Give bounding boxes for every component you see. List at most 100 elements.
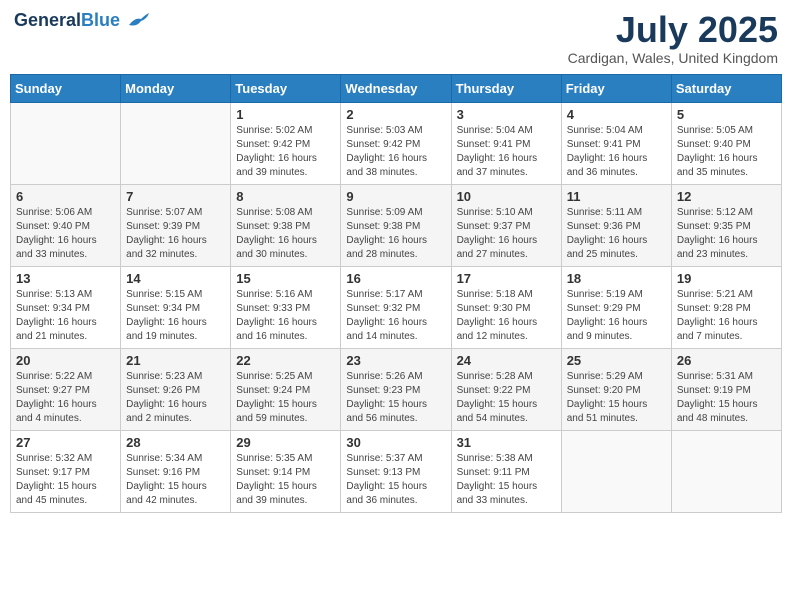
day-number: 13 — [16, 271, 115, 286]
calendar-cell: 15Sunrise: 5:16 AM Sunset: 9:33 PM Dayli… — [231, 266, 341, 348]
day-number: 8 — [236, 189, 335, 204]
calendar-cell: 8Sunrise: 5:08 AM Sunset: 9:38 PM Daylig… — [231, 184, 341, 266]
day-of-week-header: Wednesday — [341, 74, 451, 102]
day-info: Sunrise: 5:21 AM Sunset: 9:28 PM Dayligh… — [677, 288, 776, 344]
day-number: 5 — [677, 107, 776, 122]
day-number: 12 — [677, 189, 776, 204]
day-info: Sunrise: 5:10 AM Sunset: 9:37 PM Dayligh… — [457, 206, 556, 262]
day-info: Sunrise: 5:35 AM Sunset: 9:14 PM Dayligh… — [236, 452, 335, 508]
day-number: 2 — [346, 107, 445, 122]
calendar-cell: 25 Sunrise: 5:29 AM Sunset: 9:20 PM Dayli… — [561, 348, 671, 430]
page-header: GeneralBlue July 2025 Cardigan, Wales, U… — [10, 10, 782, 66]
day-info: Sunrise: 5:16 AM Sunset: 9:33 PM Dayligh… — [236, 288, 335, 344]
calendar-cell: 11 Sunrise: 5:11 AM Sunset: 9:36 PM Dayli… — [561, 184, 671, 266]
calendar-cell: 5Sunrise: 5:05 AM Sunset: 9:40 PM Daylig… — [671, 102, 781, 184]
calendar-cell: 23 Sunrise: 5:26 AM Sunset: 9:23 PM Dayli… — [341, 348, 451, 430]
day-number: 9 — [346, 189, 445, 204]
day-of-week-header: Friday — [561, 74, 671, 102]
day-of-week-header: Thursday — [451, 74, 561, 102]
calendar-cell: 27 Sunrise: 5:32 AM Sunset: 9:17 PM Dayli… — [11, 430, 121, 512]
day-info: Sunrise: 5:34 AM Sunset: 9:16 PM Dayligh… — [126, 452, 225, 508]
day-info: Sunrise: 5:13 AM Sunset: 9:34 PM Dayligh… — [16, 288, 115, 344]
calendar-cell: 18 Sunrise: 5:19 AM Sunset: 9:29 PM Dayli… — [561, 266, 671, 348]
calendar-week-row: 13 Sunrise: 5:13 AM Sunset: 9:34 PM Dayli… — [11, 266, 782, 348]
calendar-cell: 14Sunrise: 5:15 AM Sunset: 9:34 PM Dayli… — [121, 266, 231, 348]
logo-bird-icon — [127, 13, 149, 29]
day-info: Sunrise: 5:12 AM Sunset: 9:35 PM Dayligh… — [677, 206, 776, 262]
day-info: Sunrise: 5:23 AM Sunset: 9:26 PM Dayligh… — [126, 370, 225, 426]
calendar-cell: 28 Sunrise: 5:34 AM Sunset: 9:16 PM Dayli… — [121, 430, 231, 512]
day-info: Sunrise: 5:09 AM Sunset: 9:38 PM Dayligh… — [346, 206, 445, 262]
month-title: July 2025 — [568, 10, 778, 50]
day-info: Sunrise: 5:18 AM Sunset: 9:30 PM Dayligh… — [457, 288, 556, 344]
day-number: 11 — [567, 189, 666, 204]
day-info: Sunrise: 5:28 AM Sunset: 9:22 PM Dayligh… — [457, 370, 556, 426]
day-info: Sunrise: 5:29 AM Sunset: 9:20 PM Dayligh… — [567, 370, 666, 426]
calendar-week-row: 1 Sunrise: 5:02 AM Sunset: 9:42 PM Daylig… — [11, 102, 782, 184]
day-info: Sunrise: 5:37 AM Sunset: 9:13 PM Dayligh… — [346, 452, 445, 508]
calendar-cell: 22 Sunrise: 5:25 AM Sunset: 9:24 PM Dayli… — [231, 348, 341, 430]
day-of-week-header: Tuesday — [231, 74, 341, 102]
day-number: 18 — [567, 271, 666, 286]
day-number: 1 — [236, 107, 335, 122]
calendar-cell: 3 Sunrise: 5:04 AM Sunset: 9:41 PM Daylig… — [451, 102, 561, 184]
day-number: 16 — [346, 271, 445, 286]
calendar-cell: 30Sunrise: 5:37 AM Sunset: 9:13 PM Dayli… — [341, 430, 451, 512]
day-number: 19 — [677, 271, 776, 286]
calendar-cell: 31Sunrise: 5:38 AM Sunset: 9:11 PM Dayli… — [451, 430, 561, 512]
calendar-cell: 26 Sunrise: 5:31 AM Sunset: 9:19 PM Dayli… — [671, 348, 781, 430]
calendar-cell: 2 Sunrise: 5:03 AM Sunset: 9:42 PM Daylig… — [341, 102, 451, 184]
day-number: 28 — [126, 435, 225, 450]
calendar-week-row: 27 Sunrise: 5:32 AM Sunset: 9:17 PM Dayli… — [11, 430, 782, 512]
day-number: 24 — [457, 353, 556, 368]
day-number: 14 — [126, 271, 225, 286]
day-info: Sunrise: 5:26 AM Sunset: 9:23 PM Dayligh… — [346, 370, 445, 426]
calendar-week-row: 20 Sunrise: 5:22 AM Sunset: 9:27 PM Dayli… — [11, 348, 782, 430]
calendar-cell: 4Sunrise: 5:04 AM Sunset: 9:41 PM Daylig… — [561, 102, 671, 184]
day-info: Sunrise: 5:04 AM Sunset: 9:41 PM Dayligh… — [457, 124, 556, 180]
day-info: Sunrise: 5:03 AM Sunset: 9:42 PM Dayligh… — [346, 124, 445, 180]
calendar-cell: 24 Sunrise: 5:28 AM Sunset: 9:22 PM Dayli… — [451, 348, 561, 430]
day-number: 20 — [16, 353, 115, 368]
day-of-week-header: Monday — [121, 74, 231, 102]
day-number: 4 — [567, 107, 666, 122]
calendar-cell: 12 Sunrise: 5:12 AM Sunset: 9:35 PM Dayli… — [671, 184, 781, 266]
day-of-week-header: Saturday — [671, 74, 781, 102]
day-number: 3 — [457, 107, 556, 122]
day-of-week-header: Sunday — [11, 74, 121, 102]
calendar-cell — [671, 430, 781, 512]
day-info: Sunrise: 5:38 AM Sunset: 9:11 PM Dayligh… — [457, 452, 556, 508]
calendar-cell: 20 Sunrise: 5:22 AM Sunset: 9:27 PM Dayli… — [11, 348, 121, 430]
calendar-cell: 1 Sunrise: 5:02 AM Sunset: 9:42 PM Daylig… — [231, 102, 341, 184]
calendar-cell: 9 Sunrise: 5:09 AM Sunset: 9:38 PM Daylig… — [341, 184, 451, 266]
day-number: 17 — [457, 271, 556, 286]
calendar-cell: 10Sunrise: 5:10 AM Sunset: 9:37 PM Dayli… — [451, 184, 561, 266]
day-number: 7 — [126, 189, 225, 204]
day-info: Sunrise: 5:11 AM Sunset: 9:36 PM Dayligh… — [567, 206, 666, 262]
day-info: Sunrise: 5:25 AM Sunset: 9:24 PM Dayligh… — [236, 370, 335, 426]
calendar-cell: 7 Sunrise: 5:07 AM Sunset: 9:39 PM Daylig… — [121, 184, 231, 266]
calendar-cell: 6Sunrise: 5:06 AM Sunset: 9:40 PM Daylig… — [11, 184, 121, 266]
day-number: 26 — [677, 353, 776, 368]
calendar-week-row: 6Sunrise: 5:06 AM Sunset: 9:40 PM Daylig… — [11, 184, 782, 266]
day-number: 25 — [567, 353, 666, 368]
day-info: Sunrise: 5:32 AM Sunset: 9:17 PM Dayligh… — [16, 452, 115, 508]
day-info: Sunrise: 5:31 AM Sunset: 9:19 PM Dayligh… — [677, 370, 776, 426]
title-area: July 2025 Cardigan, Wales, United Kingdo… — [568, 10, 778, 66]
day-number: 29 — [236, 435, 335, 450]
day-number: 27 — [16, 435, 115, 450]
calendar-cell: 16Sunrise: 5:17 AM Sunset: 9:32 PM Dayli… — [341, 266, 451, 348]
calendar-cell: 13 Sunrise: 5:13 AM Sunset: 9:34 PM Dayli… — [11, 266, 121, 348]
day-number: 23 — [346, 353, 445, 368]
day-number: 22 — [236, 353, 335, 368]
calendar-cell — [561, 430, 671, 512]
calendar-cell: 21Sunrise: 5:23 AM Sunset: 9:26 PM Dayli… — [121, 348, 231, 430]
day-info: Sunrise: 5:07 AM Sunset: 9:39 PM Dayligh… — [126, 206, 225, 262]
calendar-cell — [121, 102, 231, 184]
day-info: Sunrise: 5:06 AM Sunset: 9:40 PM Dayligh… — [16, 206, 115, 262]
day-info: Sunrise: 5:22 AM Sunset: 9:27 PM Dayligh… — [16, 370, 115, 426]
calendar-cell: 17 Sunrise: 5:18 AM Sunset: 9:30 PM Dayli… — [451, 266, 561, 348]
day-info: Sunrise: 5:19 AM Sunset: 9:29 PM Dayligh… — [567, 288, 666, 344]
logo: GeneralBlue — [14, 10, 149, 32]
day-info: Sunrise: 5:02 AM Sunset: 9:42 PM Dayligh… — [236, 124, 335, 180]
